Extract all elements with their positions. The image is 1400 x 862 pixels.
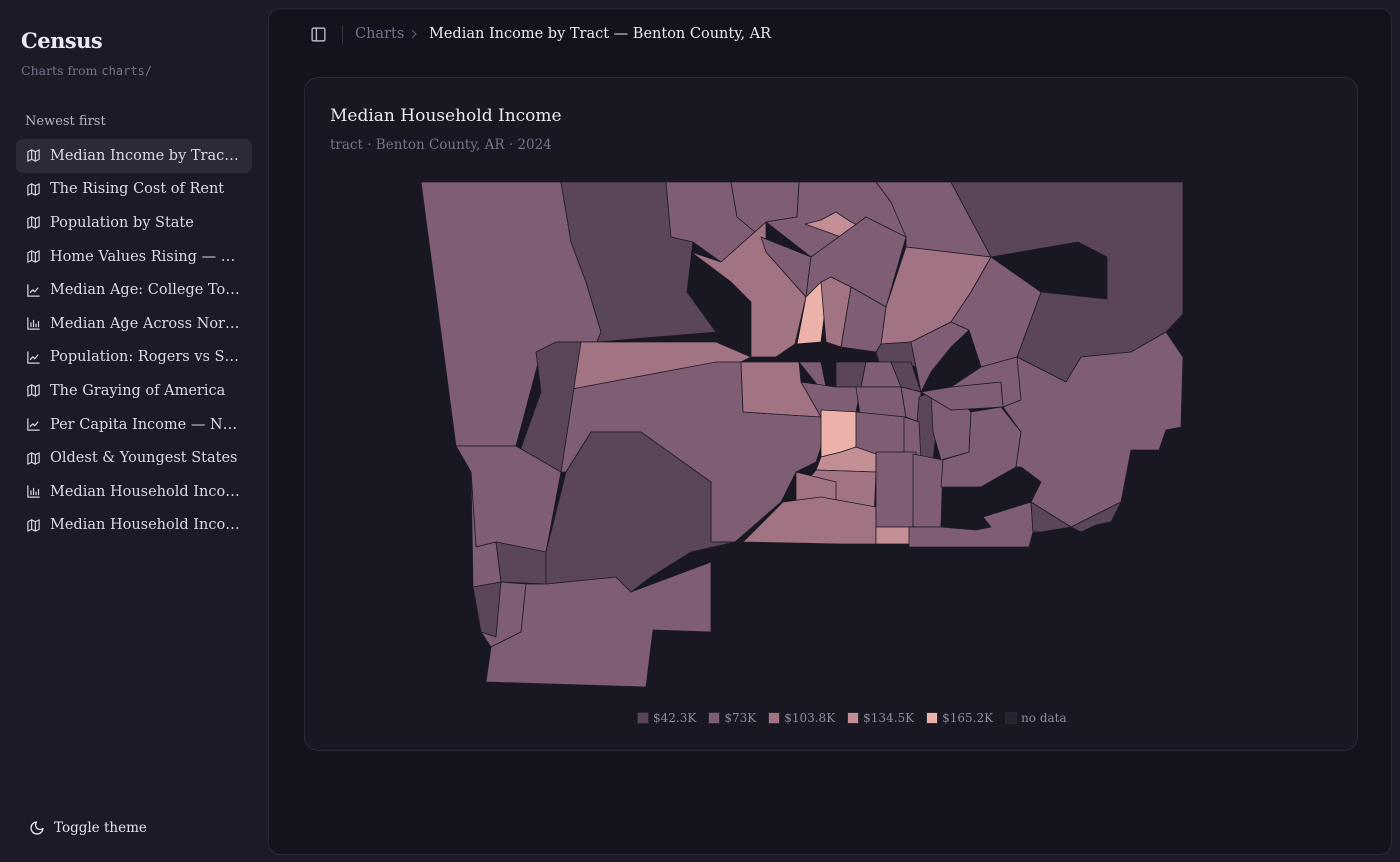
sidebar-item-label: Median Age Across Northwest Arkansas xyxy=(50,315,252,332)
toolbar-divider xyxy=(342,26,343,44)
moon-icon xyxy=(29,820,45,836)
legend-item: $165.2K xyxy=(926,711,993,725)
legend-swatch xyxy=(768,712,781,724)
map-icon xyxy=(26,148,41,163)
sidebar-item[interactable]: Median Age Across Northwest Arkansas xyxy=(16,307,252,341)
sidebar-item-label: Population: Rogers vs Springdale xyxy=(50,349,252,366)
legend-swatch xyxy=(847,712,860,724)
breadcrumb-current: Median Income by Tract — Benton County, … xyxy=(429,26,772,42)
sidebar-item-label: Median Age: College Towns xyxy=(50,282,252,299)
sidebar-item[interactable]: Median Household Income xyxy=(16,509,252,543)
legend-item: $103.8K xyxy=(768,711,835,725)
bar-chart-icon xyxy=(26,316,41,331)
legend-label: $103.8K xyxy=(784,711,836,725)
sidebar-item-label: Per Capita Income — Northwest Arkansas xyxy=(50,416,252,433)
sidebar: Census Charts from charts/ Newest first … xyxy=(0,0,268,862)
line-chart-icon xyxy=(26,283,41,298)
tract-polygon[interactable] xyxy=(912,453,944,528)
legend-item: $42.3K xyxy=(637,711,696,725)
tract-polygon[interactable] xyxy=(855,411,907,455)
legend-label: $134.5K xyxy=(863,711,915,725)
sidebar-item-label: Oldest & Youngest States xyxy=(50,450,238,467)
brand-subtitle: Charts from charts/ xyxy=(21,63,152,78)
chart-subtitle: tract · Benton County, AR · 2024 xyxy=(330,137,552,153)
sidebar-item[interactable]: Median Income by Tract — Benton County, … xyxy=(16,139,252,173)
sidebar-item[interactable]: The Graying of America xyxy=(16,374,252,408)
chart-card: Median Household Income tract · Benton C… xyxy=(304,77,1358,751)
sidebar-item-label: Median Income by Tract — Benton County, … xyxy=(50,147,252,164)
map-icon xyxy=(26,215,41,230)
tract-polygon[interactable] xyxy=(875,451,917,528)
legend-label: $42.3K xyxy=(653,711,697,725)
toggle-theme-label: Toggle theme xyxy=(54,820,147,836)
bar-chart-icon xyxy=(26,484,41,499)
brand-subtitle-prefix: Charts from xyxy=(21,63,102,78)
sidebar-toggle-icon[interactable] xyxy=(310,26,327,43)
choropleth-map xyxy=(421,182,1184,688)
sidebar-item[interactable]: Home Values Rising — Arkansas xyxy=(16,240,252,274)
sidebar-item-label: Median Household Income xyxy=(50,483,248,500)
toggle-theme-button[interactable]: Toggle theme xyxy=(29,820,147,836)
legend-swatch xyxy=(637,712,649,724)
legend-label: $73K xyxy=(724,711,757,725)
sidebar-item[interactable]: Population by State xyxy=(16,206,252,240)
brand-subtitle-path: charts/ xyxy=(101,64,152,78)
app-root: Census Charts from charts/ Newest first … xyxy=(0,0,1400,862)
breadcrumb-charts-link[interactable]: Charts xyxy=(355,26,404,42)
sidebar-item[interactable]: Oldest & Youngest States xyxy=(16,441,252,475)
map-icon xyxy=(26,451,41,466)
sort-label: Newest first xyxy=(25,114,106,129)
map-icon xyxy=(26,518,41,533)
legend-item: $73K xyxy=(708,711,756,725)
sidebar-item-label: Population by State xyxy=(50,214,194,231)
sidebar-item-label: The Graying of America xyxy=(50,382,226,399)
legend-item: $134.5K xyxy=(847,711,914,725)
legend-label: no data xyxy=(1021,711,1067,725)
sidebar-item[interactable]: Median Household Income xyxy=(16,475,252,509)
map-legend: $42.3K $73K $103.8K $134.5K $165.2K no data xyxy=(637,711,1079,725)
sidebar-item[interactable]: The Rising Cost of Rent xyxy=(16,173,252,207)
map-icon xyxy=(26,383,41,398)
legend-label: $165.2K xyxy=(942,711,994,725)
legend-item: no data xyxy=(1005,711,1067,725)
sidebar-item-label: The Rising Cost of Rent xyxy=(50,181,225,198)
chevron-right-icon xyxy=(408,28,420,40)
sidebar-item-label: Median Household Income xyxy=(50,517,248,534)
map-icon xyxy=(26,182,41,197)
main-panel: Charts Median Income by Tract — Benton C… xyxy=(268,8,1392,855)
legend-swatch xyxy=(926,712,939,724)
sidebar-item[interactable]: Median Age: College Towns xyxy=(16,273,252,307)
sidebar-item[interactable]: Population: Rogers vs Springdale xyxy=(16,341,252,375)
map-icon xyxy=(26,249,41,264)
legend-swatch xyxy=(1005,712,1018,724)
sidebar-item[interactable]: Per Capita Income — Northwest Arkansas xyxy=(16,408,252,442)
chart-title: Median Household Income xyxy=(330,106,562,126)
line-chart-icon xyxy=(26,417,41,432)
tract-polygon[interactable] xyxy=(875,526,914,545)
brand-title: Census xyxy=(21,28,103,53)
line-chart-icon xyxy=(26,350,41,365)
chart-list: Median Income by Tract — Benton County, … xyxy=(16,139,252,542)
legend-swatch xyxy=(708,712,721,724)
top-bar: Charts Median Income by Tract — Benton C… xyxy=(269,9,1391,61)
sidebar-item-label: Home Values Rising — Arkansas xyxy=(50,248,252,265)
